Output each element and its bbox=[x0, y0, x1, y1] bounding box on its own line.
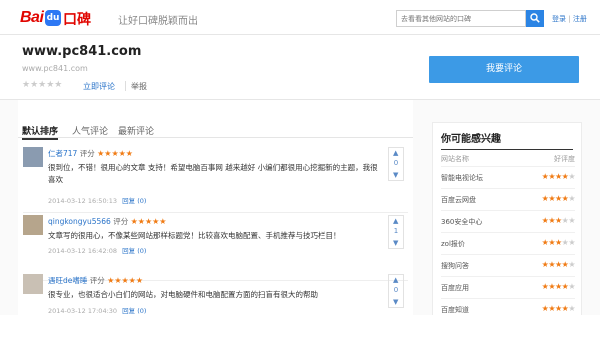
review-header: 仁者717 评分 ★★★★★ bbox=[48, 148, 133, 159]
review-stars: ★★★★★ bbox=[97, 149, 133, 158]
site-rating-stars: ★★★★★ bbox=[22, 80, 63, 90]
write-review-button[interactable]: 我要评论 bbox=[429, 56, 579, 83]
review-username[interactable]: qingkongyu5566 bbox=[48, 217, 111, 226]
sidebar-item[interactable]: 百度知道 ★★★★★ bbox=[441, 298, 575, 320]
site-info-panel: www.pc841.com www.pc841.com ★★★★★ 立即评论 举… bbox=[0, 36, 600, 100]
review-username[interactable]: 遇旺de嗜睡 bbox=[48, 276, 87, 285]
site-url[interactable]: www.pc841.com bbox=[22, 64, 88, 73]
tab-popular[interactable]: 人气评论 bbox=[72, 124, 108, 137]
review-meta: 2014-03-12 16:42:08 回复 (0) bbox=[48, 245, 146, 255]
sidebar-item-stars: ★★★★★ bbox=[541, 260, 576, 269]
sidebar-item-name[interactable]: 360安全中心 bbox=[441, 217, 482, 227]
logo-koubei-text: 口碑 bbox=[63, 12, 91, 28]
review-text: 很专业，也很适合小白们的网站，对电脑硬件和电脑配置方面的扫盲有很大的帮助 bbox=[48, 290, 318, 299]
tab-default-sort[interactable]: 默认排序 bbox=[22, 124, 59, 140]
review-stars: ★★★★★ bbox=[107, 276, 144, 285]
search-input[interactable] bbox=[397, 11, 525, 26]
review-header: qingkongyu5566 评分 ★★★★★ bbox=[48, 216, 166, 227]
divider bbox=[125, 81, 126, 91]
vote-widget: ▲ 1 ▼ bbox=[388, 215, 404, 249]
sort-tabs: 默认排序 人气评论 最新评论 bbox=[18, 122, 413, 140]
logo-paw-icon: du bbox=[45, 10, 61, 26]
downvote-icon[interactable]: ▼ bbox=[393, 171, 398, 179]
avatar[interactable] bbox=[23, 215, 43, 235]
avatar[interactable] bbox=[23, 147, 43, 167]
review-meta: 2014-03-12 17:04:30 回复 (0) bbox=[48, 305, 146, 315]
review-item: 遇旺de嗜睡 评分 ★★★★★ 很专业，也很适合小白们的网站，对电脑硬件和电脑配… bbox=[23, 272, 408, 340]
sidebar-item-stars: ★★★★★ bbox=[541, 216, 576, 225]
tab-latest[interactable]: 最新评论 bbox=[118, 124, 154, 137]
downvote-icon[interactable]: ▼ bbox=[393, 298, 398, 306]
avatar[interactable] bbox=[23, 274, 43, 294]
baidu-koubei-logo[interactable]: Bai du 口碑 bbox=[20, 9, 112, 28]
sidebar-header-row: 网站名称 好评度 bbox=[441, 154, 575, 164]
sidebar-item-name[interactable]: 百度应用 bbox=[441, 283, 469, 293]
divider bbox=[441, 149, 573, 150]
sidebar-item[interactable]: 百度应用 ★★★★★ bbox=[441, 276, 575, 298]
vote-widget: ▲ 0 ▼ bbox=[388, 274, 404, 308]
downvote-icon[interactable]: ▼ bbox=[393, 239, 398, 247]
reply-link[interactable]: 回复 (0) bbox=[122, 247, 146, 255]
sidebar-title: 你可能感兴趣 bbox=[441, 134, 501, 145]
review-stars: ★★★★★ bbox=[130, 217, 167, 226]
review-time: 2014-03-12 16:50:13 bbox=[48, 197, 118, 205]
search-icon bbox=[530, 13, 540, 23]
recommend-sidebar: 你可能感兴趣 网站名称 好评度 智能电视论坛 ★★★★★ 百度云网盘 ★★★★★… bbox=[432, 122, 582, 315]
review-score-label: 评分 bbox=[113, 217, 129, 226]
review-time: 2014-03-12 16:42:08 bbox=[48, 247, 118, 255]
report-link[interactable]: 举报 bbox=[131, 81, 147, 92]
sidebar-item-name[interactable]: 智能电视论坛 bbox=[441, 173, 483, 183]
review-meta: 2014-03-12 16:50:13 回复 (0) bbox=[48, 195, 146, 205]
site-title: www.pc841.com bbox=[22, 44, 142, 59]
register-link[interactable]: 注册 bbox=[573, 15, 587, 23]
reply-link[interactable]: 回复 (0) bbox=[122, 197, 146, 205]
link-separator: | bbox=[568, 15, 571, 23]
review-score-label: 评分 bbox=[79, 149, 95, 158]
slogan: 让好口碑脱颖而出 bbox=[118, 16, 198, 27]
sidebar-item[interactable]: zol报价 ★★★★★ bbox=[441, 232, 576, 254]
vote-count: 0 bbox=[393, 286, 399, 294]
review-item: 仁者717 评分 ★★★★★ 很到位，不错！很用心的文章 支持！希望电脑百事网 … bbox=[23, 145, 408, 213]
sidebar-item[interactable]: 搜狗问答 ★★★★★ bbox=[441, 254, 575, 276]
col-site-name: 网站名称 bbox=[441, 155, 469, 163]
account-links: 登录 | 注册 bbox=[552, 14, 587, 24]
sidebar-item-name[interactable]: 搜狗问答 bbox=[441, 261, 469, 271]
col-rating: 好评度 bbox=[554, 155, 575, 163]
logo-bai-text: Bai bbox=[20, 9, 44, 26]
review-header: 遇旺de嗜睡 评分 ★★★★★ bbox=[48, 275, 143, 286]
review-username[interactable]: 仁者717 bbox=[48, 149, 77, 158]
sidebar-item-stars: ★★★★★ bbox=[541, 304, 576, 313]
review-score-label: 评分 bbox=[89, 276, 105, 285]
review-text: 很到位，不错！很用心的文章 支持！希望电脑百事网 越来越好 小编们都很用心挖掘新… bbox=[48, 163, 378, 184]
sidebar-item-name[interactable]: zol报价 bbox=[441, 239, 465, 249]
review-time: 2014-03-12 17:04:30 bbox=[48, 307, 118, 315]
sidebar-item-name[interactable]: 百度云网盘 bbox=[441, 195, 476, 205]
reply-link[interactable]: 回复 (0) bbox=[122, 307, 146, 315]
sidebar-item[interactable]: 智能电视论坛 ★★★★★ bbox=[441, 166, 575, 188]
search-box bbox=[396, 10, 526, 27]
search-button[interactable] bbox=[526, 10, 544, 27]
review-item: qingkongyu5566 评分 ★★★★★ 文章写的很用心，不像某些网站那样… bbox=[23, 213, 408, 281]
vote-count: 1 bbox=[393, 227, 399, 235]
reviews-panel: 默认排序 人气评论 最新评论 仁者717 评分 ★★★★★ 很到位，不错！很用心… bbox=[18, 100, 413, 315]
upvote-icon[interactable]: ▲ bbox=[393, 149, 398, 157]
upvote-icon[interactable]: ▲ bbox=[393, 217, 398, 225]
vote-widget: ▲ 0 ▼ bbox=[388, 147, 404, 181]
login-link[interactable]: 登录 bbox=[552, 15, 566, 23]
sidebar-item[interactable]: 百度云网盘 ★★★★★ bbox=[441, 188, 575, 210]
sidebar-item-stars: ★★★★★ bbox=[541, 282, 576, 291]
upvote-icon[interactable]: ▲ bbox=[393, 276, 398, 284]
top-bar: Bai du 口碑 让好口碑脱颖而出 登录 | 注册 bbox=[0, 0, 600, 35]
sidebar-item-stars: ★★★★★ bbox=[541, 172, 576, 181]
sidebar-item-stars: ★★★★★ bbox=[541, 194, 576, 203]
review-text: 文章写的很用心，不像某些网站那样标题党！比较喜欢电脑配置、手机推荐与技巧栏目！ bbox=[48, 231, 341, 240]
sidebar-item-stars: ★★★★★ bbox=[541, 238, 576, 247]
sidebar-item[interactable]: 360安全中心 ★★★★★ bbox=[441, 210, 576, 232]
main-area: 默认排序 人气评论 最新评论 仁者717 评分 ★★★★★ 很到位，不错！很用心… bbox=[0, 100, 600, 315]
sidebar-item-name[interactable]: 百度知道 bbox=[441, 305, 469, 315]
rate-now-link[interactable]: 立即评论 bbox=[83, 81, 115, 92]
vote-count: 0 bbox=[393, 159, 399, 167]
